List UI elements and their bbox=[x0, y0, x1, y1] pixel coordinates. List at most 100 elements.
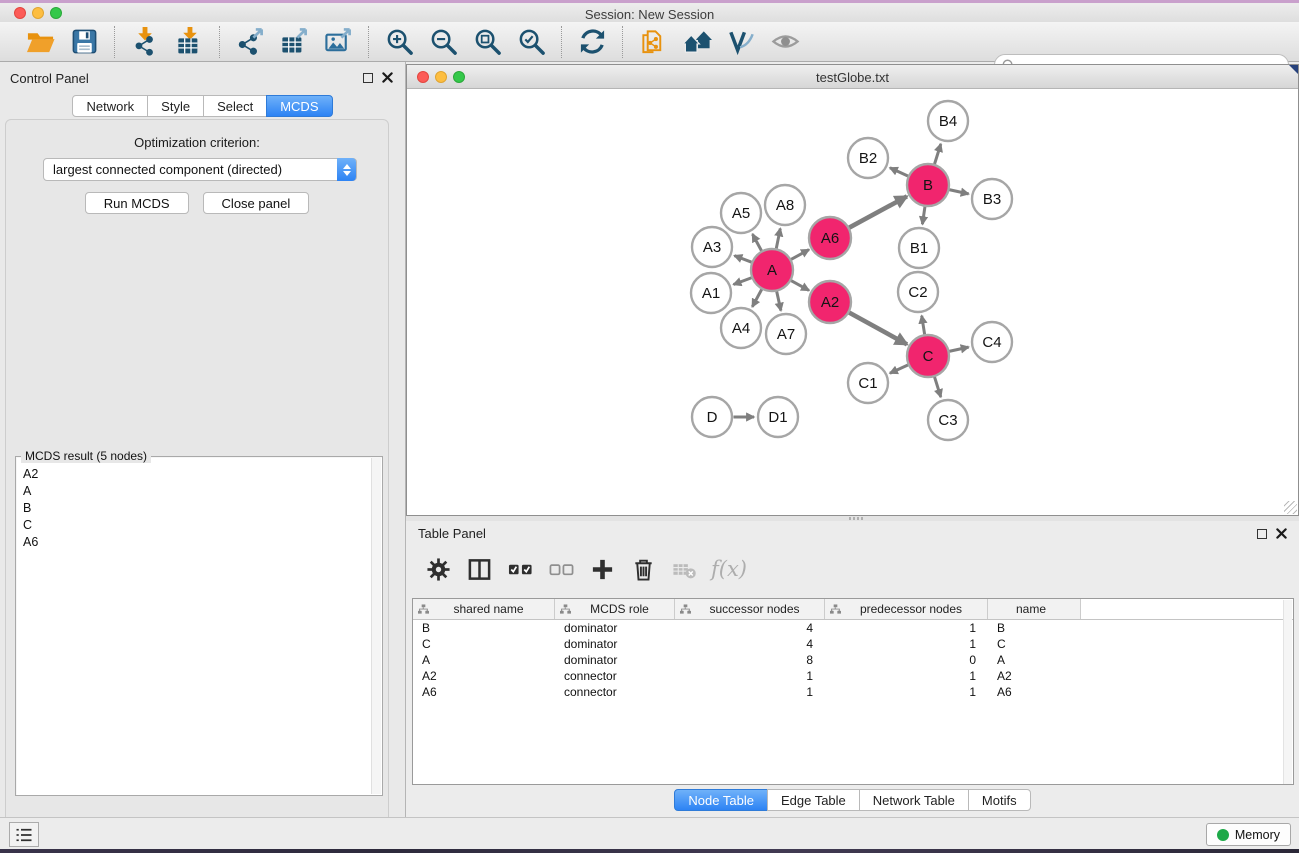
edge-C-C3[interactable] bbox=[934, 377, 940, 398]
column-header-predecessor-nodes[interactable]: predecessor nodes bbox=[825, 599, 988, 619]
table-cell[interactable]: B bbox=[413, 621, 555, 635]
edge-A2-C[interactable] bbox=[849, 312, 907, 344]
edge-A-A6[interactable] bbox=[791, 250, 809, 260]
tab-mcds[interactable]: MCDS bbox=[266, 95, 332, 117]
table-cell[interactable]: connector bbox=[555, 669, 675, 683]
float-panel-icon[interactable] bbox=[363, 73, 373, 83]
table-cell[interactable]: C bbox=[988, 637, 1081, 651]
edge-A6-B[interactable] bbox=[849, 196, 907, 227]
table-cell[interactable]: 1 bbox=[675, 669, 825, 683]
table-cell[interactable]: 1 bbox=[825, 637, 988, 651]
edge-A-A2[interactable] bbox=[791, 280, 809, 290]
graph-node-B4[interactable]: B4 bbox=[928, 101, 968, 141]
graph-node-C1[interactable]: C1 bbox=[848, 363, 888, 403]
table-cell[interactable]: connector bbox=[555, 685, 675, 699]
graph-node-B3[interactable]: B3 bbox=[972, 179, 1012, 219]
mcds-result-item[interactable]: A6 bbox=[17, 533, 369, 550]
table-tab-motifs[interactable]: Motifs bbox=[968, 789, 1031, 811]
edge-C-C2[interactable] bbox=[922, 316, 925, 335]
edge-A-A3[interactable] bbox=[734, 256, 752, 263]
graph-node-A1[interactable]: A1 bbox=[691, 273, 731, 313]
network-window-titlebar[interactable]: testGlobe.txt bbox=[407, 65, 1298, 89]
edge-C-C1[interactable] bbox=[890, 365, 909, 373]
graph-node-D1[interactable]: D1 bbox=[758, 397, 798, 437]
column-header-name[interactable]: name bbox=[988, 599, 1081, 619]
float-table-panel-icon[interactable] bbox=[1257, 529, 1267, 539]
zoom-selected-icon[interactable] bbox=[515, 26, 547, 58]
edge-A-A4[interactable] bbox=[752, 289, 762, 307]
table-cell[interactable]: A2 bbox=[988, 669, 1081, 683]
table-row[interactable]: A6connector11A6 bbox=[413, 684, 1293, 700]
graph-node-A4[interactable]: A4 bbox=[721, 308, 761, 348]
mcds-result-item[interactable]: B bbox=[17, 499, 369, 516]
network-canvas[interactable]: B4B2BB3A8A5A6A3B1AC2A1A2A4A7C4CC1DD1C3 bbox=[407, 89, 1298, 515]
mcds-list-scrollbar[interactable] bbox=[371, 458, 381, 794]
table-tab-edge-table[interactable]: Edge Table bbox=[767, 789, 860, 811]
eye-icon[interactable] bbox=[769, 26, 801, 58]
table-cell[interactable]: dominator bbox=[555, 637, 675, 651]
tab-style[interactable]: Style bbox=[147, 95, 204, 117]
graph-node-B1[interactable]: B1 bbox=[899, 228, 939, 268]
table-cell[interactable]: 4 bbox=[675, 621, 825, 635]
refresh-icon[interactable] bbox=[576, 26, 608, 58]
import-table-icon[interactable] bbox=[173, 26, 205, 58]
edge-B-B4[interactable] bbox=[934, 144, 940, 165]
duplicate-network-icon[interactable] bbox=[637, 26, 669, 58]
graph-node-D[interactable]: D bbox=[692, 397, 732, 437]
export-network-icon[interactable] bbox=[234, 26, 266, 58]
save-session-icon[interactable] bbox=[68, 26, 100, 58]
edge-C-C4[interactable] bbox=[949, 347, 969, 351]
delete-column-icon[interactable] bbox=[629, 555, 657, 583]
table-cell[interactable]: B bbox=[988, 621, 1081, 635]
mcds-result-item[interactable]: A bbox=[17, 482, 369, 499]
select-all-columns-icon[interactable] bbox=[506, 555, 534, 583]
table-cell[interactable]: C bbox=[413, 637, 555, 651]
column-header-MCDS-role[interactable]: MCDS role bbox=[555, 599, 675, 619]
table-settings-icon[interactable] bbox=[424, 555, 452, 583]
column-header-shared-name[interactable]: shared name bbox=[413, 599, 555, 619]
optimization-select[interactable]: largest connected component (directed) bbox=[43, 158, 357, 181]
column-header-successor-nodes[interactable]: successor nodes bbox=[675, 599, 825, 619]
create-column-icon[interactable] bbox=[588, 555, 616, 583]
table-cell[interactable]: A6 bbox=[988, 685, 1081, 699]
table-tab-node-table[interactable]: Node Table bbox=[674, 789, 768, 811]
graph-node-A2[interactable]: A2 bbox=[809, 281, 851, 323]
toggle-details-icon[interactable] bbox=[725, 26, 757, 58]
mcds-result-item[interactable]: A2 bbox=[17, 465, 369, 482]
table-cell[interactable]: 1 bbox=[825, 621, 988, 635]
graph-node-A6[interactable]: A6 bbox=[809, 217, 851, 259]
run-mcds-button[interactable]: Run MCDS bbox=[85, 192, 189, 214]
task-history-button[interactable] bbox=[9, 822, 39, 847]
table-cell[interactable]: A2 bbox=[413, 669, 555, 683]
table-cell[interactable]: 4 bbox=[675, 637, 825, 651]
show-columns-icon[interactable] bbox=[465, 555, 493, 583]
table-cell[interactable]: 8 bbox=[675, 653, 825, 667]
edge-B-B1[interactable] bbox=[922, 206, 925, 224]
resize-grip-icon[interactable] bbox=[1284, 501, 1297, 514]
table-tab-network-table[interactable]: Network Table bbox=[859, 789, 969, 811]
table-cell[interactable]: A bbox=[988, 653, 1081, 667]
graph-node-B[interactable]: B bbox=[907, 164, 949, 206]
table-cell[interactable]: 1 bbox=[825, 685, 988, 699]
mcds-result-item[interactable]: C bbox=[17, 516, 369, 533]
edge-A-A8[interactable] bbox=[776, 229, 780, 249]
table-cell[interactable]: dominator bbox=[555, 621, 675, 635]
table-row[interactable]: Cdominator41C bbox=[413, 636, 1293, 652]
graph-node-B2[interactable]: B2 bbox=[848, 138, 888, 178]
table-cell[interactable]: dominator bbox=[555, 653, 675, 667]
graph-node-A[interactable]: A bbox=[751, 249, 793, 291]
graph-node-C[interactable]: C bbox=[907, 335, 949, 377]
table-scrollbar[interactable] bbox=[1283, 600, 1292, 785]
delete-table-icon[interactable] bbox=[670, 555, 698, 583]
export-image-icon[interactable] bbox=[322, 26, 354, 58]
graph-node-A7[interactable]: A7 bbox=[766, 314, 806, 354]
close-panel-button[interactable]: Close panel bbox=[203, 192, 310, 214]
tab-network[interactable]: Network bbox=[72, 95, 148, 117]
table-cell[interactable]: A6 bbox=[413, 685, 555, 699]
zoom-out-icon[interactable] bbox=[427, 26, 459, 58]
unselect-all-columns-icon[interactable] bbox=[547, 555, 575, 583]
graph-node-C3[interactable]: C3 bbox=[928, 400, 968, 440]
edge-A-A5[interactable] bbox=[753, 234, 762, 251]
open-session-icon[interactable] bbox=[24, 26, 56, 58]
graph-node-C4[interactable]: C4 bbox=[972, 322, 1012, 362]
